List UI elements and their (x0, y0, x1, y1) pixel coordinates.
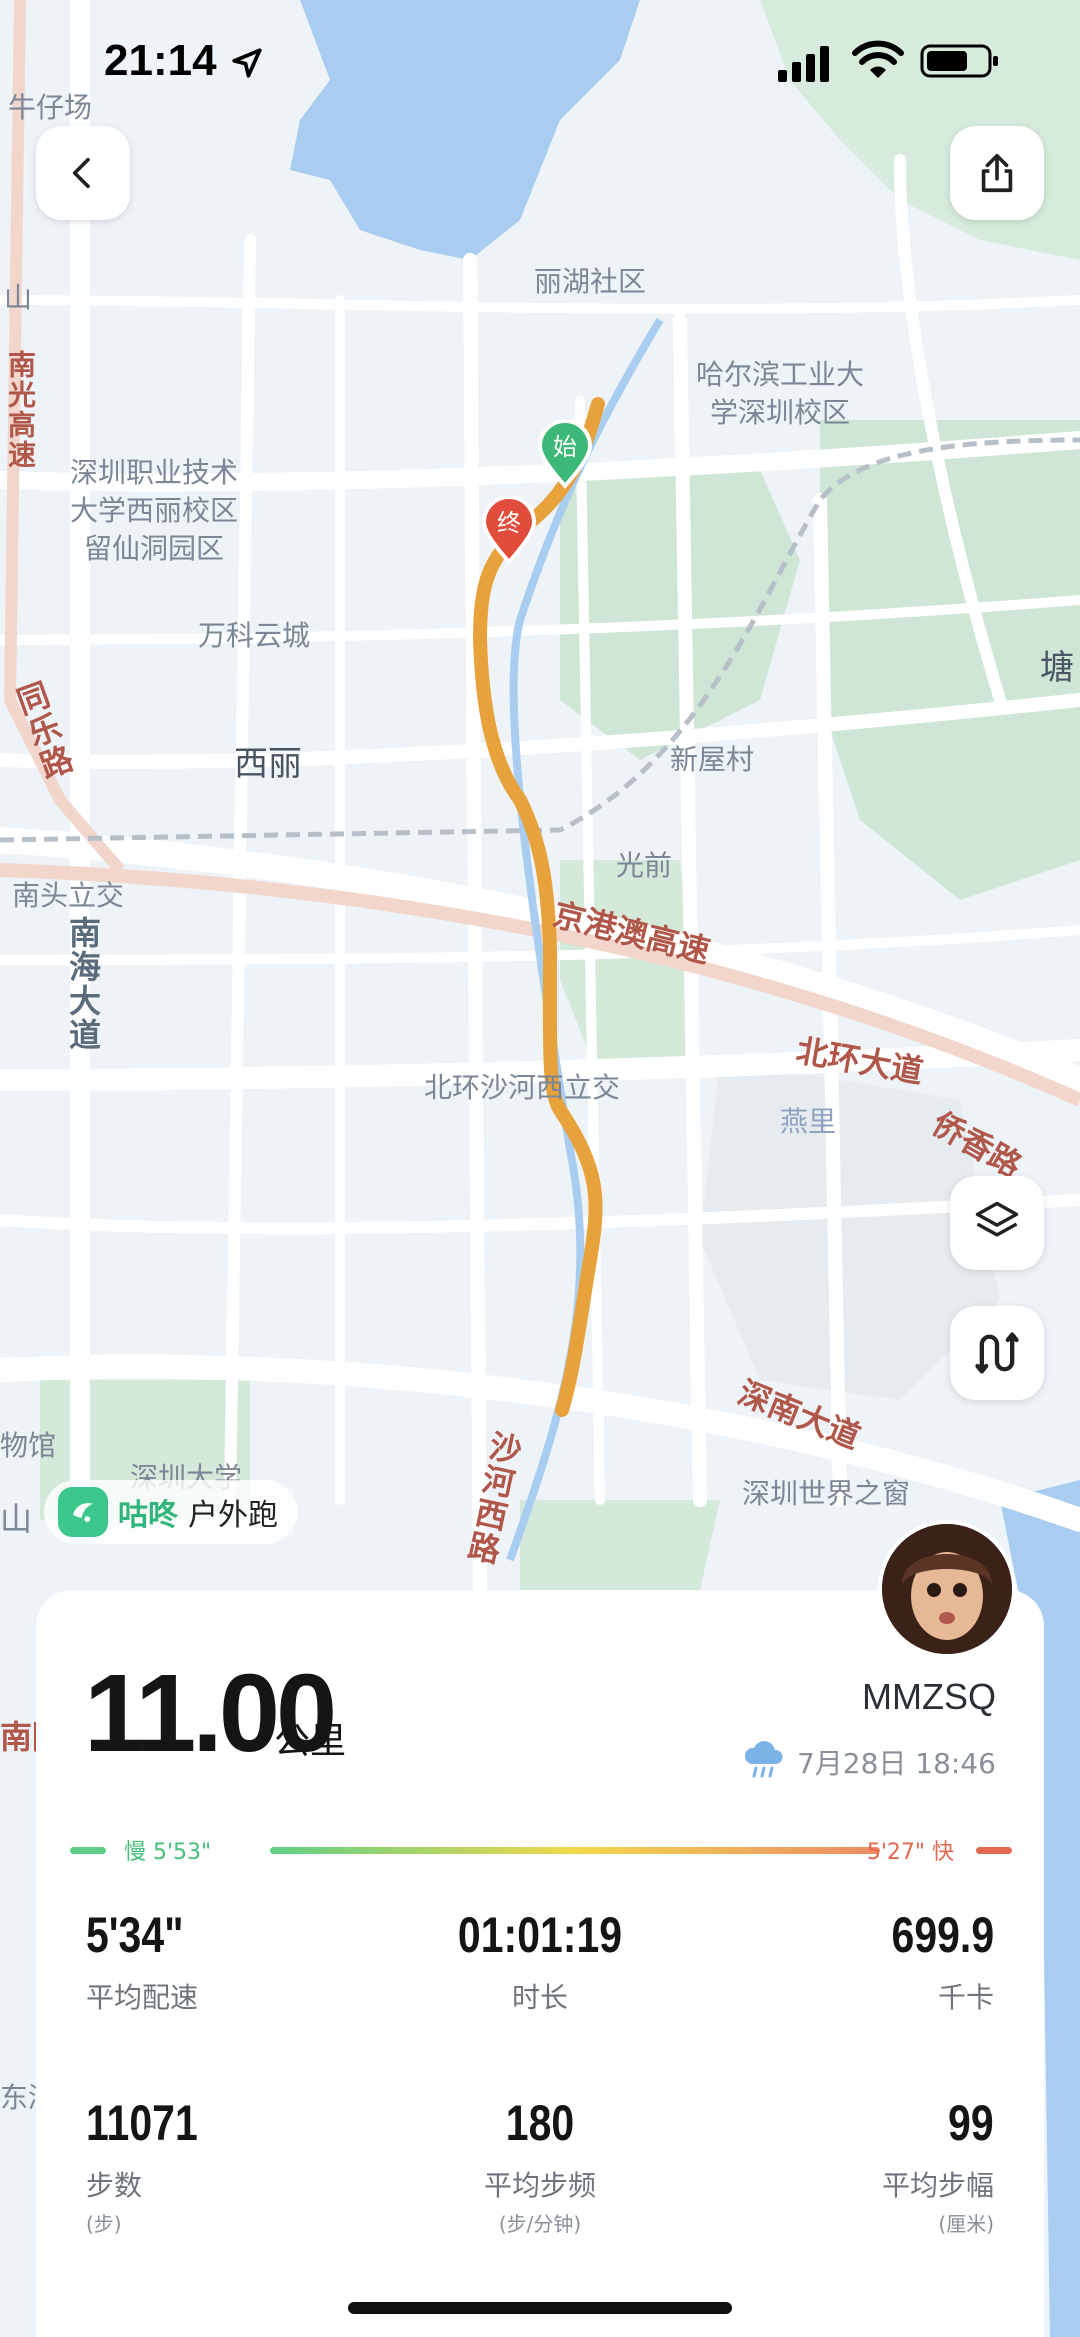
status-time: 21:14 (104, 36, 217, 85)
route-curve-icon (975, 1332, 1019, 1374)
fast-pace-label: 5'27" 快 (866, 1840, 954, 1865)
stride-value: 99 (948, 2095, 994, 2151)
map-label: 物馆 (0, 1429, 57, 1462)
stride-label: 平均步幅 (881, 2169, 994, 2202)
stride-unit: (厘米) (938, 2212, 994, 2236)
start-marker: 始 (537, 420, 593, 490)
activity-type: 户外跑 (188, 1498, 278, 1533)
rain-weather-icon (744, 1741, 783, 1778)
map-label: 深圳职业技术 大学西丽校区 留仙洞园区 (70, 456, 239, 565)
avatar-image (882, 1524, 1012, 1654)
user-avatar[interactable] (878, 1520, 1016, 1658)
location-arrow-icon (232, 48, 262, 78)
map-layers-button[interactable] (950, 1176, 1044, 1270)
cadence-value: 180 (505, 2095, 575, 2151)
cellular-signal-icon (778, 46, 829, 82)
chevron-left-icon (72, 157, 90, 189)
end-marker-label: 终 (497, 509, 521, 537)
brand-name: 咕咚 (118, 1498, 178, 1533)
duration-label: 时长 (511, 1981, 568, 2014)
home-indicator (348, 2302, 732, 2314)
map-label: 光前 (616, 849, 673, 882)
map-label: 深圳世界之窗 (742, 1477, 911, 1510)
cadence-unit: (步/分钟) (498, 2212, 582, 2236)
map-label: 塘 (1040, 648, 1074, 688)
map-label: 山 (4, 281, 33, 314)
wifi-icon (852, 40, 904, 78)
share-button[interactable] (950, 126, 1044, 220)
calories-value: 699.9 (891, 1907, 994, 1963)
map-label: 北环沙河西立交 (424, 1071, 621, 1104)
route-toggle-button[interactable] (950, 1306, 1044, 1400)
map-label: 山 (0, 1500, 33, 1538)
username: MMZSQ (862, 1676, 996, 1717)
back-button[interactable] (36, 126, 130, 220)
battery-icon (920, 44, 998, 78)
calories-label: 千卡 (937, 1981, 994, 2014)
workout-datetime: 7月28日 18:46 (796, 1747, 996, 1780)
brand-badge: 咕咚 户外跑 (44, 1480, 298, 1544)
map-label: 丽湖社区 (534, 265, 647, 298)
end-marker: 终 (481, 496, 537, 566)
duration-value: 01:01:19 (457, 1907, 623, 1963)
map-label: 新屋村 (670, 743, 755, 776)
layers-icon (975, 1201, 1019, 1237)
map-label: 西丽 (234, 744, 302, 784)
map-label: 南头立交 (12, 879, 125, 912)
map-label: 南海大道 (64, 916, 102, 1052)
map-label: 燕里 (780, 1105, 837, 1138)
slow-pace-label: 慢 5'53" (124, 1840, 212, 1865)
map-label: 南光高速 (4, 350, 37, 470)
codoon-logo-icon (58, 1487, 108, 1537)
share-icon (981, 153, 1013, 193)
distance-unit: 公里 (274, 1721, 347, 1762)
map-label: 哈尔滨工业大 学深圳校区 (696, 358, 865, 429)
map-label: 万科云城 (198, 619, 311, 652)
start-marker-label: 始 (553, 433, 577, 461)
status-bar: 21:14 (0, 0, 1080, 120)
workout-summary-card: 11.00 公里 MMZSQ 7月28日 18:46 慢 5'53" 5'27"… (36, 1590, 1044, 2337)
